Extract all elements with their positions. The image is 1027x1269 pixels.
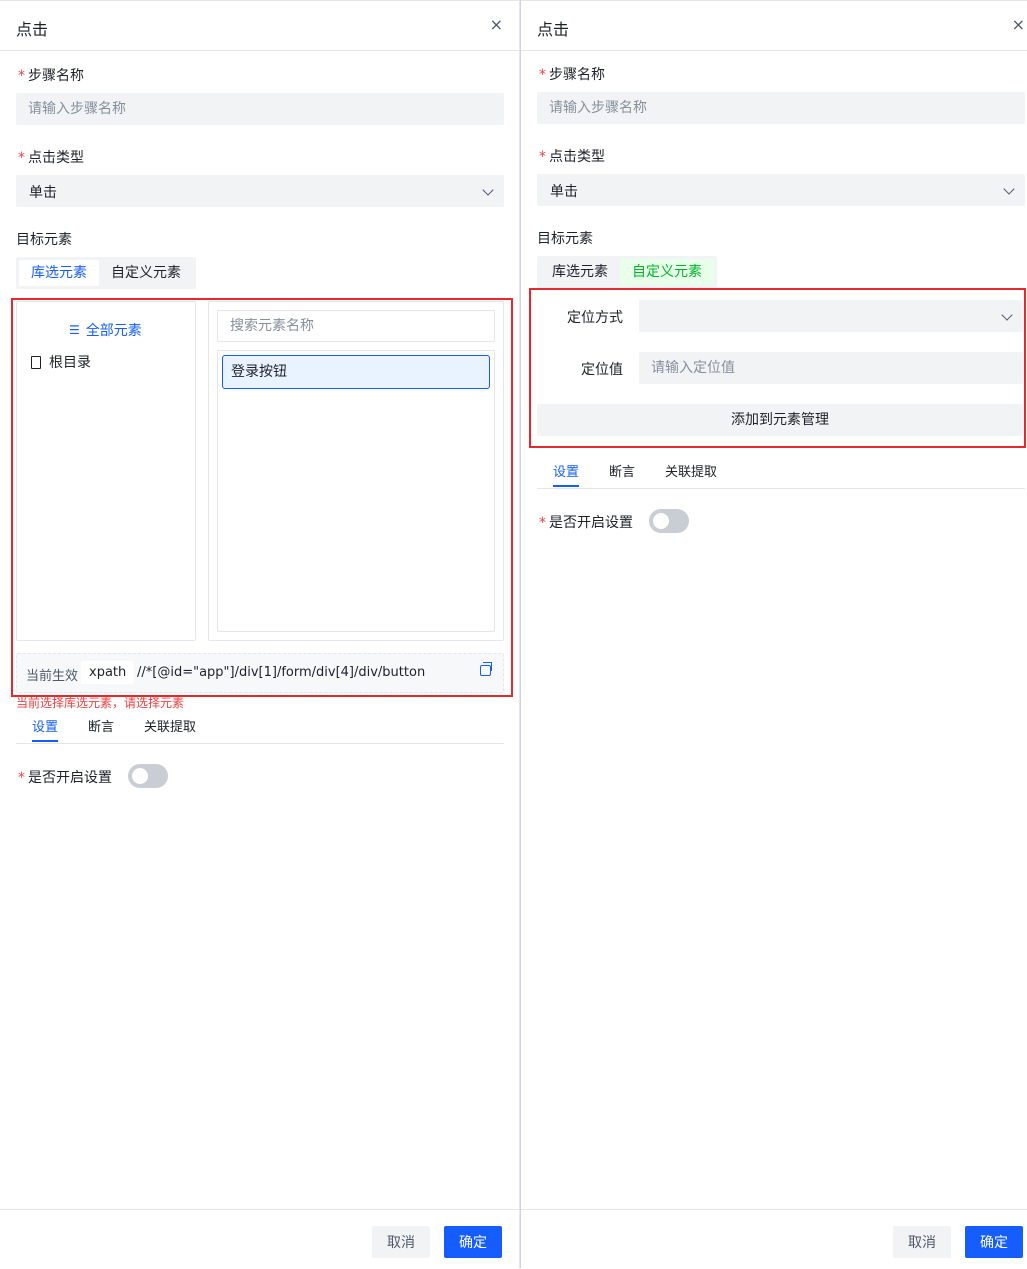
element-search-input[interactable]: [218, 311, 494, 341]
step-name-label: * 步骤名称: [18, 68, 84, 84]
error-message: 当前选择库选元素，请选择元素: [16, 696, 185, 710]
left-drawer: 点击 × *步骤名称 *点击类型 单击 目标元素 库选元素 自定义元素 ☰ 全部…: [0, 0, 520, 1268]
enable-settings-label: * 是否开启设置: [18, 770, 112, 786]
step-name-input[interactable]: [16, 93, 504, 125]
tab-custom-element[interactable]: 自定义元素: [620, 259, 714, 285]
step-name-input-wrap: [16, 93, 504, 125]
document-icon: [31, 355, 41, 369]
locate-value-input[interactable]: [639, 352, 1023, 384]
drawer-header: 点击 ×: [521, 1, 1027, 51]
drawer-title: 点击: [537, 20, 570, 39]
tab-library-element[interactable]: 库选元素: [540, 259, 620, 285]
step-name-input[interactable]: [537, 92, 1025, 124]
chevron-down-icon: [1001, 309, 1013, 321]
step-name-input-wrap: [537, 92, 1025, 124]
target-element-label: 目标元素: [16, 232, 72, 248]
tab-library-element[interactable]: 库选元素: [19, 260, 99, 286]
drawer-title: 点击: [16, 20, 49, 39]
target-element-segment: 库选元素 自定义元素: [16, 257, 196, 289]
effective-label: 当前生效: [26, 669, 79, 684]
tab-extraction[interactable]: 关联提取: [665, 461, 717, 480]
cancel-button[interactable]: 取消: [372, 1226, 430, 1258]
click-type-value: 单击: [29, 185, 57, 201]
locator-value: //*[@id="app"]/div[1]/form/div[4]/div/bu…: [137, 665, 426, 680]
element-list: [217, 350, 495, 632]
tab-custom-element[interactable]: 自定义元素: [99, 260, 193, 286]
list-icon: ☰: [69, 323, 80, 337]
root-directory-node[interactable]: 根目录: [31, 352, 91, 372]
locate-method-select[interactable]: [639, 300, 1023, 332]
target-element-segment: 库选元素 自定义元素: [537, 256, 717, 288]
click-type-value: 单击: [550, 184, 578, 200]
tab-settings[interactable]: 设置: [553, 461, 580, 487]
target-element-label: 目标元素: [537, 231, 593, 247]
root-directory-label: 根目录: [49, 355, 91, 371]
right-drawer: 点击 × *步骤名称 *点击类型 单击 目标元素 库选元素 自定义元素 定位方式…: [521, 0, 1027, 1268]
locate-method-label: 定位方式: [567, 310, 623, 326]
all-elements-label: 全部元素: [85, 323, 142, 339]
click-type-label: * 点击类型: [539, 149, 605, 165]
chevron-down-icon: [1003, 183, 1015, 195]
element-search-wrap: [217, 310, 495, 342]
enable-settings-switch[interactable]: [128, 764, 168, 788]
tab-extraction[interactable]: 关联提取: [144, 716, 196, 735]
close-icon[interactable]: ×: [1012, 15, 1025, 34]
confirm-button[interactable]: 确定: [965, 1226, 1023, 1258]
tab-assertion[interactable]: 断言: [88, 716, 114, 735]
click-type-label: * 点击类型: [18, 150, 84, 166]
locate-value-input-wrap: [639, 352, 1023, 384]
tab-assertion[interactable]: 断言: [609, 461, 635, 480]
drawer-footer: 取消 确定: [0, 1209, 519, 1269]
cancel-button[interactable]: 取消: [893, 1226, 951, 1258]
click-type-select[interactable]: 单击: [537, 174, 1025, 206]
drawer-footer: 取消 确定: [521, 1209, 1027, 1269]
tab-settings[interactable]: 设置: [32, 716, 59, 742]
enable-settings-label: * 是否开启设置: [539, 515, 633, 531]
copy-icon[interactable]: [480, 662, 492, 676]
effective-locator: 当前生效 xpath //*[@id="app"]/div[1]/form/di…: [16, 653, 504, 693]
locate-value-label: 定位值: [581, 362, 623, 378]
settings-tabs: 设置 断言 关联提取: [16, 712, 504, 744]
add-to-element-management-button[interactable]: 添加到元素管理: [537, 404, 1023, 436]
confirm-button[interactable]: 确定: [444, 1226, 502, 1258]
close-icon[interactable]: ×: [490, 15, 503, 34]
list-item[interactable]: 登录按钮: [222, 355, 490, 389]
enable-settings-switch[interactable]: [649, 509, 689, 533]
settings-tabs: 设置 断言 关联提取: [537, 457, 1025, 489]
element-tree: ☰ 全部元素 根目录: [16, 301, 196, 641]
click-type-select[interactable]: 单击: [16, 175, 504, 207]
locator-type-tag: xpath: [81, 661, 135, 684]
step-name-label: * 步骤名称: [539, 67, 605, 83]
drawer-header: 点击 ×: [0, 1, 519, 51]
all-elements-node[interactable]: ☰ 全部元素: [69, 320, 142, 340]
chevron-down-icon: [482, 184, 494, 196]
